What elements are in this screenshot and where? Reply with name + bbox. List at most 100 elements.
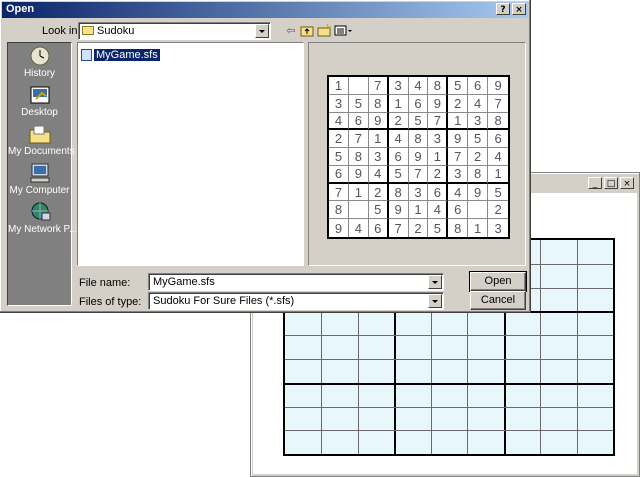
sudoku-cell: 4: [428, 201, 449, 220]
sudoku-cell: 1: [468, 219, 489, 237]
sudoku-cell: 5: [348, 94, 369, 113]
cancel-button[interactable]: Cancel: [470, 291, 526, 310]
sudoku-cell: 5: [488, 184, 508, 202]
file-type-select[interactable]: Sudoku For Sure Files (*.sfs): [148, 292, 444, 310]
board-grid-line: [285, 430, 613, 431]
sudoku-cell: 5: [388, 165, 409, 184]
maximize-button[interactable]: □: [604, 177, 618, 189]
dialog-title-bar[interactable]: Open ? ×: [2, 2, 528, 18]
sudoku-cell: 1: [388, 94, 409, 113]
sudoku-cell: 7: [389, 219, 409, 237]
board-grid-line: [577, 240, 578, 454]
sudoku-cell: 2: [428, 165, 449, 184]
sudoku-cell: 3: [329, 94, 349, 113]
sudoku-cell: 5: [329, 148, 349, 166]
sudoku-cell: 5: [448, 77, 469, 95]
sudoku-cell: 7: [428, 112, 449, 131]
sudoku-cell: 7: [348, 130, 369, 149]
open-button[interactable]: Open: [469, 271, 527, 292]
view-menu-icon[interactable]: [334, 24, 354, 38]
sudoku-cell: 3: [428, 130, 449, 149]
sudoku-cell: 7: [329, 183, 349, 202]
file-list[interactable]: MyGame.sfs: [77, 42, 304, 266]
sudoku-cell: 7: [488, 95, 508, 113]
sudoku-cell: 3: [448, 165, 469, 184]
sudoku-cell: 2: [409, 219, 429, 237]
sudoku-cell: 4: [349, 219, 369, 237]
board-grid-line: [285, 359, 613, 360]
desktop-icon: [28, 84, 52, 106]
place-label: My Computer: [9, 185, 70, 196]
sudoku-cell: 7: [408, 165, 429, 184]
dialog-close-button[interactable]: ×: [512, 3, 526, 15]
sudoku-cell: 6: [408, 94, 429, 113]
board-grid-line: [285, 335, 613, 336]
place-my-network-places[interactable]: My Network P...: [8, 201, 78, 237]
places-bar: History Desktop My Documents My Computer…: [7, 42, 78, 306]
my-network-places-icon: [28, 201, 52, 223]
sudoku-cell: 8: [488, 113, 508, 131]
sudoku-cell: [348, 201, 369, 220]
help-button[interactable]: ?: [496, 3, 510, 15]
look-in-value: Sudoku: [97, 25, 135, 37]
sudoku-cell: 4: [368, 165, 389, 184]
my-computer-icon: [28, 162, 52, 184]
sudoku-cell: 2: [329, 130, 349, 149]
sudoku-cell: 3: [388, 77, 409, 95]
sudoku-cell: 8: [468, 165, 489, 184]
sudoku-cell: 1: [428, 148, 449, 166]
preview-panel: 1734856935816924746925713827148395658369…: [308, 42, 526, 266]
sfs-file-icon: [81, 49, 92, 61]
sudoku-cell: 1: [329, 77, 349, 95]
sudoku-cell: 6: [388, 148, 409, 166]
place-desktop[interactable]: Desktop: [8, 84, 71, 120]
place-my-documents[interactable]: My Documents: [8, 123, 75, 159]
dialog-title: Open: [6, 3, 35, 15]
chevron-down-icon[interactable]: [428, 275, 442, 289]
back-arrow-icon[interactable]: ⇦: [284, 24, 298, 38]
sudoku-cell: 2: [388, 112, 409, 131]
minimize-button[interactable]: _: [588, 177, 602, 189]
new-folder-icon[interactable]: [317, 23, 333, 38]
sudoku-cell: 9: [368, 112, 389, 131]
sudoku-cell: 4: [388, 130, 409, 149]
sudoku-cell: 6: [448, 201, 469, 220]
place-label: My Network P...: [8, 224, 78, 235]
place-history[interactable]: History: [8, 45, 71, 81]
sudoku-cell: 9: [348, 165, 369, 184]
sudoku-cell: 7: [448, 148, 469, 166]
sudoku-cell: 4: [329, 112, 349, 131]
sudoku-cell: 7: [368, 77, 389, 95]
sudoku-cell: 5: [428, 219, 449, 237]
chevron-down-icon[interactable]: [428, 294, 442, 308]
sudoku-cell: 9: [468, 183, 489, 202]
sudoku-cell: 6: [428, 183, 449, 202]
file-type-label: Files of type:: [79, 296, 142, 308]
look-in-label: Look in:: [42, 25, 81, 37]
sudoku-cell: 8: [388, 183, 409, 202]
file-name-field[interactable]: MyGame.sfs: [148, 273, 444, 291]
sudoku-cell: 4: [408, 77, 429, 95]
sudoku-cell: 8: [368, 94, 389, 113]
chevron-down-icon[interactable]: [255, 24, 269, 38]
sudoku-cell: 2: [468, 148, 489, 166]
sudoku-cell: 3: [368, 148, 389, 166]
sudoku-cell: 9: [448, 130, 469, 149]
place-my-computer[interactable]: My Computer: [8, 162, 71, 198]
sudoku-cell: 9: [428, 94, 449, 113]
list-item[interactable]: MyGame.sfs: [81, 48, 160, 62]
sudoku-cell: 8: [448, 219, 469, 237]
sudoku-cell: 2: [448, 94, 469, 113]
sudoku-cell: 1: [408, 201, 429, 220]
close-button[interactable]: ×: [620, 177, 634, 189]
file-name-value: MyGame.sfs: [153, 276, 215, 288]
sudoku-cell: 6: [348, 112, 369, 131]
sudoku-cell: 5: [368, 201, 389, 220]
sudoku-cell: 9: [388, 201, 409, 220]
sudoku-cell: 2: [488, 201, 508, 220]
file-name: MyGame.sfs: [94, 49, 160, 61]
look-in-combo[interactable]: Sudoku: [78, 22, 271, 40]
up-folder-icon[interactable]: [300, 24, 314, 38]
my-documents-icon: [28, 123, 52, 145]
sudoku-cell: 5: [408, 112, 429, 131]
